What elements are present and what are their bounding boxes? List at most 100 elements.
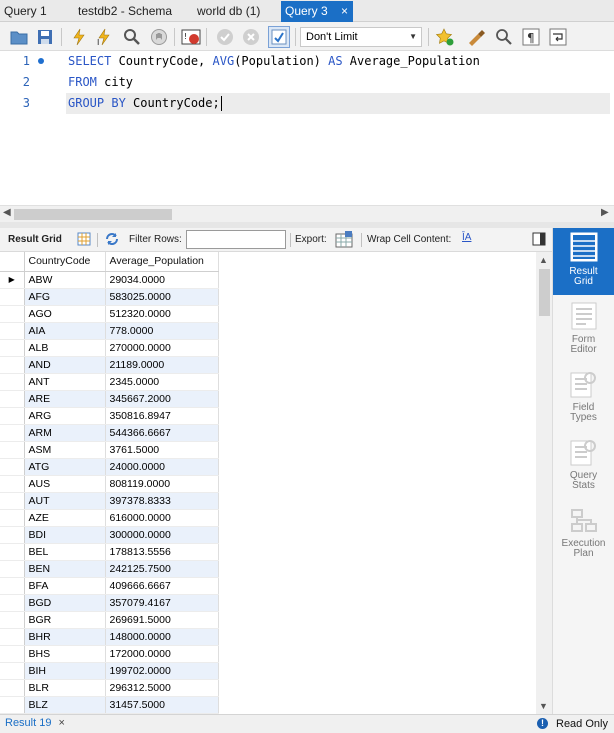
cell-average-population[interactable]: 778.0000 <box>105 322 219 340</box>
rollback-icon[interactable] <box>240 26 262 48</box>
toggle-error-icon[interactable]: ! <box>180 26 202 48</box>
cell-country-code[interactable]: BIH <box>24 662 106 680</box>
cell-country-code[interactable]: ABW <box>24 271 106 289</box>
bookmark-icon[interactable] <box>434 26 456 48</box>
column-header[interactable]: Average_Population <box>105 252 219 272</box>
table-row[interactable]: ANT 2345.0000 <box>0 373 219 391</box>
table-row[interactable]: ▶ ABW 29034.0000 <box>0 271 219 289</box>
cell-average-population[interactable]: 31457.5000 <box>105 696 219 714</box>
cell-country-code[interactable]: AUT <box>24 492 106 510</box>
field-types-view-button[interactable]: Field Types <box>553 366 614 428</box>
table-row[interactable]: BLR 296312.5000 <box>0 679 219 697</box>
refresh-icon[interactable] <box>104 232 120 249</box>
cell-country-code[interactable]: AIA <box>24 322 106 340</box>
cell-average-population[interactable]: 199702.0000 <box>105 662 219 680</box>
tab-query-3[interactable]: Query 3 × <box>281 1 353 22</box>
row-header[interactable] <box>0 458 25 476</box>
row-header[interactable] <box>0 373 25 391</box>
row-header[interactable] <box>0 662 25 680</box>
result-grid-label[interactable]: Result Grid <box>8 234 62 245</box>
table-row[interactable]: ARM 544366.6667 <box>0 424 219 442</box>
row-header[interactable] <box>0 611 25 629</box>
scroll-right-icon[interactable]: ▶ <box>601 207 609 218</box>
cell-average-population[interactable]: 148000.0000 <box>105 628 219 646</box>
row-header[interactable] <box>0 356 25 374</box>
grid-layout-icon[interactable] <box>77 232 91 249</box>
cell-average-population[interactable]: 583025.0000 <box>105 288 219 306</box>
cell-average-population[interactable]: 512320.0000 <box>105 305 219 323</box>
execute-current-icon[interactable]: I <box>94 26 116 48</box>
cell-average-population[interactable]: 808119.0000 <box>105 475 219 493</box>
table-row[interactable]: AND 21189.0000 <box>0 356 219 374</box>
cell-average-population[interactable]: 296312.5000 <box>105 679 219 697</box>
cell-country-code[interactable]: BFA <box>24 577 106 595</box>
cell-average-population[interactable]: 270000.0000 <box>105 339 219 357</box>
cell-country-code[interactable]: ANT <box>24 373 106 391</box>
cell-average-population[interactable]: 3761.5000 <box>105 441 219 459</box>
row-header[interactable] <box>0 305 25 323</box>
table-row[interactable]: ASM 3761.5000 <box>0 441 219 459</box>
table-row[interactable]: AGO 512320.0000 <box>0 305 219 323</box>
toggle-panel-icon[interactable] <box>532 232 546 249</box>
row-header[interactable] <box>0 594 25 612</box>
row-header[interactable] <box>0 577 25 595</box>
cell-country-code[interactable]: BGD <box>24 594 106 612</box>
scrollbar-thumb[interactable] <box>539 269 550 316</box>
table-row[interactable]: BHR 148000.0000 <box>0 628 219 646</box>
scroll-up-icon[interactable]: ▲ <box>539 255 548 265</box>
cell-country-code[interactable]: BLR <box>24 679 106 697</box>
invisible-chars-icon[interactable]: ¶ <box>520 26 542 48</box>
row-header[interactable] <box>0 441 25 459</box>
query-stats-view-button[interactable]: Query Stats <box>553 434 614 496</box>
table-row[interactable]: AUT 397378.8333 <box>0 492 219 510</box>
table-row[interactable]: BLZ 31457.5000 <box>0 696 219 714</box>
row-header[interactable] <box>0 543 25 561</box>
cell-average-population[interactable]: 544366.6667 <box>105 424 219 442</box>
scroll-left-icon[interactable]: ◀ <box>3 207 11 218</box>
beautify-icon[interactable] <box>466 26 488 48</box>
cell-country-code[interactable]: BGR <box>24 611 106 629</box>
row-header[interactable] <box>0 424 25 442</box>
execution-plan-view-button[interactable]: Execution Plan <box>553 502 614 564</box>
export-icon[interactable] <box>335 231 353 251</box>
row-header[interactable] <box>0 492 25 510</box>
cell-average-population[interactable]: 345667.2000 <box>105 390 219 408</box>
stop-icon[interactable] <box>148 26 170 48</box>
grid-vertical-scrollbar[interactable]: ▲ ▼ <box>536 252 552 714</box>
table-row[interactable]: BEN 242125.7500 <box>0 560 219 578</box>
row-header[interactable] <box>0 628 25 646</box>
table-row[interactable]: AUS 808119.0000 <box>0 475 219 493</box>
row-header[interactable] <box>0 679 25 697</box>
scroll-down-icon[interactable]: ▼ <box>539 701 548 711</box>
table-row[interactable]: BDI 300000.0000 <box>0 526 219 544</box>
table-row[interactable]: BEL 178813.5556 <box>0 543 219 561</box>
cell-average-population[interactable]: 357079.4167 <box>105 594 219 612</box>
cell-average-population[interactable]: 172000.0000 <box>105 645 219 663</box>
tab-query-1[interactable]: Query 1 <box>0 1 72 22</box>
cell-country-code[interactable]: BHR <box>24 628 106 646</box>
row-header[interactable] <box>0 475 25 493</box>
table-row[interactable]: AFG 583025.0000 <box>0 288 219 306</box>
tab-world-db[interactable]: world db (1) <box>193 1 278 22</box>
cell-average-population[interactable]: 300000.0000 <box>105 526 219 544</box>
row-header[interactable] <box>0 322 25 340</box>
cell-country-code[interactable]: ATG <box>24 458 106 476</box>
cell-country-code[interactable]: ARG <box>24 407 106 425</box>
cell-average-population[interactable]: 24000.0000 <box>105 458 219 476</box>
row-header[interactable] <box>0 390 25 408</box>
editor-horizontal-scrollbar[interactable]: ◀ ▶ <box>0 205 614 222</box>
execute-icon[interactable] <box>68 26 90 48</box>
cell-country-code[interactable]: AFG <box>24 288 106 306</box>
cell-country-code[interactable]: BEN <box>24 560 106 578</box>
table-row[interactable]: AIA 778.0000 <box>0 322 219 340</box>
cell-average-population[interactable]: 350816.8947 <box>105 407 219 425</box>
cell-country-code[interactable]: BEL <box>24 543 106 561</box>
cell-country-code[interactable]: ASM <box>24 441 106 459</box>
sql-editor[interactable]: 1 SELECT CountryCode, AVG(Population) AS… <box>0 51 614 205</box>
result-tab[interactable]: Result 19 × <box>5 717 65 729</box>
table-row[interactable]: ARE 345667.2000 <box>0 390 219 408</box>
table-row[interactable]: ALB 270000.0000 <box>0 339 219 357</box>
tab-testdb2-schema[interactable]: testdb2 - Schema <box>74 1 192 22</box>
row-header[interactable] <box>0 339 25 357</box>
row-header[interactable]: ▶ <box>0 271 25 289</box>
